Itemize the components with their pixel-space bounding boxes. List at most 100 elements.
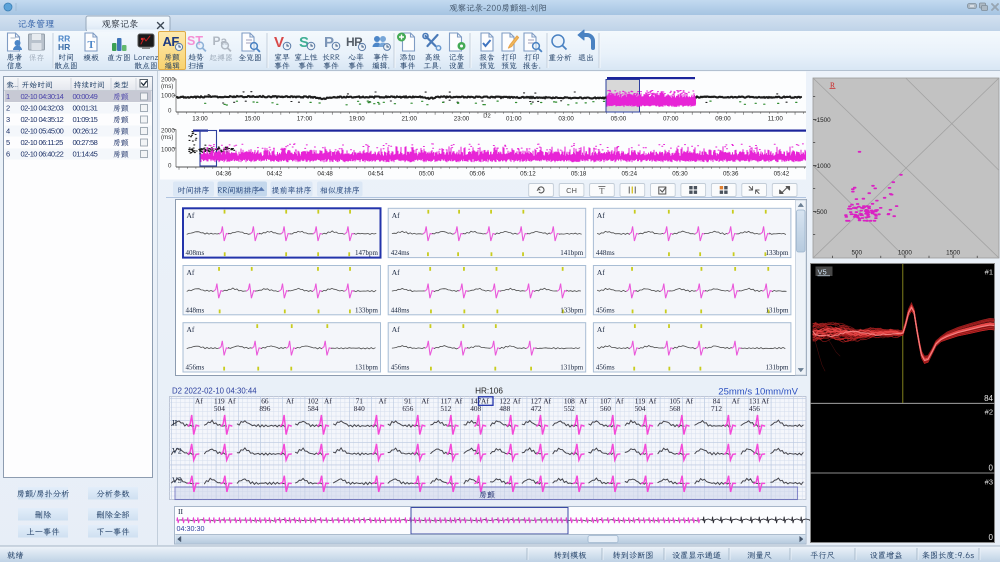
svg-text:Af: Af: [685, 397, 693, 406]
svg-text:02-10 06:40:22: 02-10 06:40:22: [21, 150, 64, 159]
svg-text:...: ...: [13, 82, 19, 89]
svg-text:Af: Af: [543, 397, 551, 406]
svg-text:T: T: [599, 186, 605, 196]
svg-text:II: II: [172, 418, 178, 427]
svg-text:-500: -500: [815, 209, 828, 216]
svg-text:131bpm: 131bpm: [355, 364, 379, 372]
svg-text:V2: V2: [172, 446, 182, 455]
svg-text:00:00:49: 00:00:49: [73, 92, 98, 101]
svg-text:712: 712: [711, 404, 722, 413]
svg-text:00:27:58: 00:27:58: [73, 138, 98, 147]
svg-text:408ms: 408ms: [186, 249, 205, 257]
svg-text:Af: Af: [392, 211, 400, 220]
svg-text:0: 0: [168, 163, 172, 170]
svg-text:-1500: -1500: [815, 117, 832, 124]
svg-text:23:00: 23:00: [454, 116, 470, 123]
svg-text:133bpm: 133bpm: [765, 249, 789, 257]
svg-text:D2 2022-02-10 04:30:44: D2 2022-02-10 04:30:44: [172, 387, 257, 396]
svg-text:Af: Af: [324, 397, 332, 406]
svg-text:456ms: 456ms: [391, 364, 410, 372]
svg-text:04:54: 04:54: [368, 171, 384, 178]
svg-text:#3: #3: [985, 478, 993, 487]
svg-text:0: 0: [989, 464, 994, 473]
svg-text:448ms: 448ms: [391, 306, 410, 314]
svg-text:568: 568: [669, 404, 680, 413]
svg-text:Af: Af: [392, 268, 400, 277]
svg-text:05:36: 05:36: [723, 171, 739, 178]
svg-text:04:36: 04:36: [216, 171, 232, 178]
svg-text:1: 1: [6, 92, 10, 101]
svg-text:13:00: 13:00: [192, 116, 208, 123]
svg-text:19:00: 19:00: [349, 116, 365, 123]
svg-text:V5: V5: [172, 476, 182, 485]
svg-text:Af: Af: [195, 397, 203, 406]
svg-text:84: 84: [984, 394, 993, 403]
svg-text:17:00: 17:00: [297, 116, 313, 123]
svg-text:Af: Af: [761, 397, 769, 406]
svg-text:-1000: -1000: [815, 163, 832, 170]
svg-text:05:12: 05:12: [520, 171, 536, 178]
svg-text:04:48: 04:48: [317, 171, 333, 178]
svg-text:0: 0: [168, 108, 172, 115]
svg-text:02-10 05:45:00: 02-10 05:45:00: [21, 127, 64, 136]
svg-text:15:00: 15:00: [245, 116, 261, 123]
svg-text:408: 408: [470, 404, 481, 413]
svg-text:131bpm: 131bpm: [765, 364, 789, 372]
svg-text:02-10 04:30:14: 02-10 04:30:14: [21, 92, 64, 101]
svg-text:05:30: 05:30: [672, 171, 688, 178]
svg-text:Af: Af: [616, 397, 624, 406]
svg-text:1000: 1000: [898, 250, 913, 257]
svg-text:504: 504: [214, 404, 225, 413]
svg-text:05:00: 05:00: [419, 171, 435, 178]
svg-text:6: 6: [6, 150, 10, 159]
svg-text:04:42: 04:42: [267, 171, 283, 178]
svg-text:560: 560: [600, 404, 611, 413]
svg-text:552: 552: [564, 404, 575, 413]
svg-text:Af: Af: [421, 397, 429, 406]
svg-text:0: 0: [989, 533, 994, 542]
svg-text:#2: #2: [985, 408, 993, 417]
svg-text:131bpm: 131bpm: [765, 306, 789, 314]
svg-text:Af: Af: [379, 397, 387, 406]
svg-text:01:14:45: 01:14:45: [73, 150, 98, 159]
svg-text:D2: D2: [483, 114, 490, 120]
svg-text:V5: V5: [818, 268, 827, 277]
svg-text:133bpm: 133bpm: [560, 306, 584, 314]
svg-text:CH: CH: [566, 186, 577, 195]
svg-text:03:00: 03:00: [558, 116, 574, 123]
svg-text:V: V: [274, 34, 284, 51]
svg-text:02-10 04:35:12: 02-10 04:35:12: [21, 115, 64, 124]
svg-text:2: 2: [6, 104, 10, 113]
svg-text:Af: Af: [187, 211, 195, 220]
svg-text:07:00: 07:00: [663, 116, 679, 123]
svg-text:HR: HR: [58, 42, 70, 52]
svg-text:Af: Af: [187, 325, 195, 334]
svg-text:09:00: 09:00: [715, 116, 731, 123]
svg-text:488: 488: [499, 404, 510, 413]
svg-text:456ms: 456ms: [596, 364, 615, 372]
svg-text:131bpm: 131bpm: [560, 364, 584, 372]
svg-text:04:30:30: 04:30:30: [177, 524, 205, 533]
svg-text:Af: Af: [597, 268, 605, 277]
svg-text:Af: Af: [579, 397, 587, 406]
svg-text:472: 472: [531, 404, 542, 413]
svg-text:4: 4: [6, 127, 10, 136]
svg-text:00:01:31: 00:01:31: [73, 104, 98, 113]
svg-text:584: 584: [308, 404, 319, 413]
svg-text:(ms): (ms): [161, 83, 173, 90]
svg-text:02-10 04:32:03: 02-10 04:32:03: [21, 104, 64, 113]
svg-text:Af: Af: [648, 397, 656, 406]
svg-text:1500: 1500: [946, 250, 961, 257]
svg-text:512: 512: [440, 404, 451, 413]
svg-text:448ms: 448ms: [186, 306, 205, 314]
svg-text:01:09:15: 01:09:15: [73, 115, 98, 124]
svg-text:Af: Af: [187, 268, 195, 277]
svg-text:456ms: 456ms: [186, 364, 205, 372]
svg-text:133bpm: 133bpm: [355, 306, 379, 314]
svg-text:656: 656: [402, 404, 413, 413]
svg-text:3: 3: [6, 115, 10, 124]
svg-text:05:06: 05:06: [469, 171, 485, 178]
svg-text:02-10 06:11:25: 02-10 06:11:25: [21, 138, 64, 147]
svg-text:Af: Af: [228, 397, 236, 406]
svg-text:500: 500: [851, 250, 862, 257]
